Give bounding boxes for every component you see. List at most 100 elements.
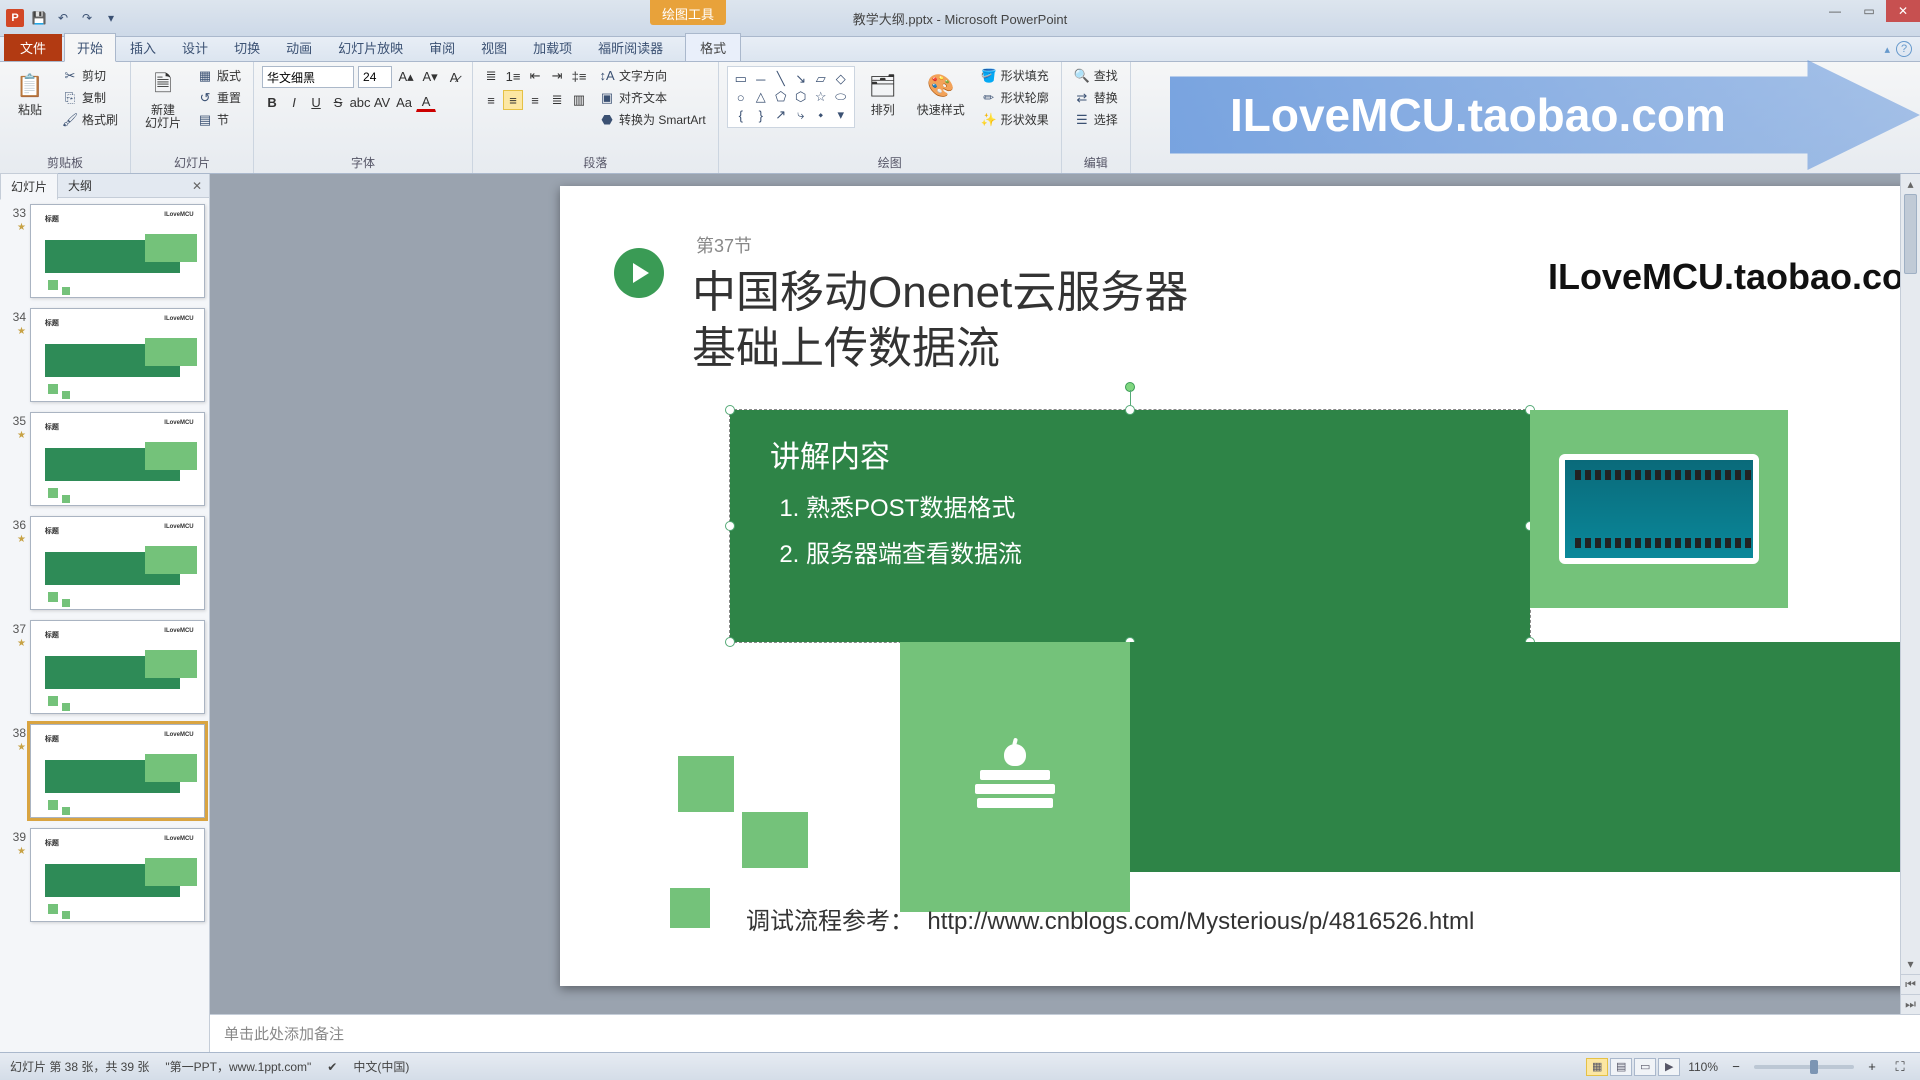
tab-insert[interactable]: 插入 (118, 34, 168, 61)
arrange-button[interactable]: 🗂排列 (861, 66, 905, 121)
reading-view-button[interactable]: ▭ (1634, 1058, 1656, 1076)
align-text-button[interactable]: ▣对齐文本 (595, 88, 710, 107)
shape-icon[interactable]: ▾ (832, 107, 850, 123)
select-button[interactable]: ☰选择 (1070, 110, 1122, 129)
slide[interactable]: 第37节 中国移动Onenet云服务器 基础上传数据流 ILoveMCU.tao… (560, 186, 1920, 986)
resize-handle[interactable] (725, 405, 735, 415)
tab-foxit[interactable]: 福昕阅读器 (586, 34, 675, 61)
reset-button[interactable]: ↺重置 (193, 88, 245, 107)
language-indicator[interactable]: 中文(中国) (353, 1058, 409, 1075)
slide-thumbnail[interactable]: 标题ILoveMCU (30, 828, 205, 922)
slide-thumbnail[interactable]: 标题ILoveMCU (30, 620, 205, 714)
zoom-thumb[interactable] (1810, 1060, 1818, 1074)
align-left-button[interactable]: ≡ (481, 90, 501, 110)
shape-icon[interactable]: ⬩ (812, 107, 830, 123)
scroll-up-icon[interactable]: ▴ (1901, 174, 1920, 194)
prev-slide-button[interactable]: ⏮ (1901, 974, 1920, 994)
font-name-select[interactable] (262, 66, 354, 88)
shrink-font-button[interactable]: A▾ (420, 67, 440, 87)
thumbnail-list[interactable]: 33★标题ILoveMCU34★标题ILoveMCU35★标题ILoveMCU3… (0, 198, 209, 1052)
resize-handle[interactable] (1125, 405, 1135, 415)
panel-close-icon[interactable]: ✕ (189, 178, 205, 194)
panel-tab-outline[interactable]: 大纲 (58, 173, 102, 198)
section-button[interactable]: ▤节 (193, 110, 245, 129)
sorter-view-button[interactable]: ▤ (1610, 1058, 1632, 1076)
justify-button[interactable]: ≣ (547, 90, 567, 110)
clear-format-button[interactable]: A̷ (444, 67, 464, 87)
shape-icon[interactable]: ☆ (812, 89, 830, 105)
thumbnail-row[interactable]: 37★标题ILoveMCU (4, 620, 205, 714)
close-button[interactable]: ✕ (1886, 0, 1920, 22)
change-case-button[interactable]: Aa (394, 92, 414, 112)
content-shape-selected[interactable]: 讲解内容 熟悉POST数据格式 服务器端查看数据流 (730, 410, 1530, 642)
scroll-down-icon[interactable]: ▾ (1901, 954, 1920, 974)
normal-view-button[interactable]: ▦ (1586, 1058, 1608, 1076)
quick-styles-button[interactable]: 🎨快速样式 (911, 66, 971, 121)
thumbnail-row[interactable]: 39★标题ILoveMCU (4, 828, 205, 922)
shape-icon[interactable]: ⬠ (772, 89, 790, 105)
resize-handle[interactable] (725, 637, 735, 647)
next-slide-button[interactable]: ⏭ (1901, 994, 1920, 1014)
shape-outline-button[interactable]: ✏形状轮廓 (977, 88, 1053, 107)
bold-button[interactable]: B (262, 92, 282, 112)
collapse-ribbon-icon[interactable]: ▴ (1884, 43, 1890, 56)
slideshow-view-button[interactable]: ▶ (1658, 1058, 1680, 1076)
decrease-indent-button[interactable]: ⇤ (525, 66, 545, 86)
panel-tab-slides[interactable]: 幻灯片 (0, 173, 58, 200)
qat-more-icon[interactable]: ▾ (102, 9, 120, 27)
spacing-button[interactable]: AV (372, 92, 392, 112)
italic-button[interactable]: I (284, 92, 304, 112)
slide-thumbnail[interactable]: 标题ILoveMCU (30, 516, 205, 610)
shape-icon[interactable]: ⬭ (832, 89, 850, 105)
slide-thumbnail[interactable]: 标题ILoveMCU (30, 204, 205, 298)
zoom-slider[interactable] (1754, 1065, 1854, 1069)
redo-icon[interactable]: ↷ (78, 9, 96, 27)
font-size-select[interactable] (358, 66, 392, 88)
find-button[interactable]: 🔍查找 (1070, 66, 1122, 85)
save-icon[interactable]: 💾 (30, 9, 48, 27)
tab-design[interactable]: 设计 (170, 34, 220, 61)
shape-icon[interactable]: ↘ (792, 71, 810, 87)
file-tab[interactable]: 文件 (4, 34, 62, 61)
copy-button[interactable]: ⎘复制 (58, 88, 122, 107)
zoom-level[interactable]: 110% (1688, 1060, 1718, 1074)
fit-window-button[interactable]: ⛶ (1890, 1057, 1910, 1077)
layout-button[interactable]: ▦版式 (193, 66, 245, 85)
spellcheck-icon[interactable]: ✔ (327, 1060, 337, 1074)
thumbnail-row[interactable]: 33★标题ILoveMCU (4, 204, 205, 298)
thumbnail-row[interactable]: 35★标题ILoveMCU (4, 412, 205, 506)
tab-view[interactable]: 视图 (469, 34, 519, 61)
increase-indent-button[interactable]: ⇥ (547, 66, 567, 86)
smartart-button[interactable]: ⬣转换为 SmartArt (595, 110, 710, 129)
resize-handle[interactable] (725, 521, 735, 531)
tab-addins[interactable]: 加载项 (521, 34, 584, 61)
replace-button[interactable]: ⇄替换 (1070, 88, 1122, 107)
shape-effects-button[interactable]: ✨形状效果 (977, 110, 1053, 129)
grow-font-button[interactable]: A▴ (396, 67, 416, 87)
columns-button[interactable]: ▥ (569, 90, 589, 110)
tab-animations[interactable]: 动画 (274, 34, 324, 61)
shape-icon[interactable]: } (752, 107, 770, 123)
strike-button[interactable]: S (328, 92, 348, 112)
undo-icon[interactable]: ↶ (54, 9, 72, 27)
shadow-button[interactable]: abc (350, 92, 370, 112)
align-right-button[interactable]: ≡ (525, 90, 545, 110)
slide-thumbnail[interactable]: 标题ILoveMCU (30, 724, 205, 818)
shape-icon[interactable]: ◇ (832, 71, 850, 87)
minimize-button[interactable]: ― (1818, 0, 1852, 22)
tab-format[interactable]: 格式 (685, 33, 741, 61)
font-color-button[interactable]: A (416, 92, 436, 112)
tab-slideshow[interactable]: 幻灯片放映 (326, 34, 415, 61)
line-spacing-button[interactable]: ‡≡ (569, 66, 589, 86)
cut-button[interactable]: ✂剪切 (58, 66, 122, 85)
tab-home[interactable]: 开始 (64, 33, 116, 62)
shape-icon[interactable]: { (732, 107, 750, 123)
vertical-scrollbar[interactable]: ▴ ▾ (1900, 174, 1920, 974)
shape-icon[interactable]: ▭ (732, 71, 750, 87)
maximize-button[interactable]: ▭ (1852, 0, 1886, 22)
underline-button[interactable]: U (306, 92, 326, 112)
shape-icon[interactable]: ↗ (772, 107, 790, 123)
notes-pane[interactable]: 单击此处添加备注 (210, 1014, 1920, 1052)
align-center-button[interactable]: ≡ (503, 90, 523, 110)
slide-thumbnail[interactable]: 标题ILoveMCU (30, 308, 205, 402)
